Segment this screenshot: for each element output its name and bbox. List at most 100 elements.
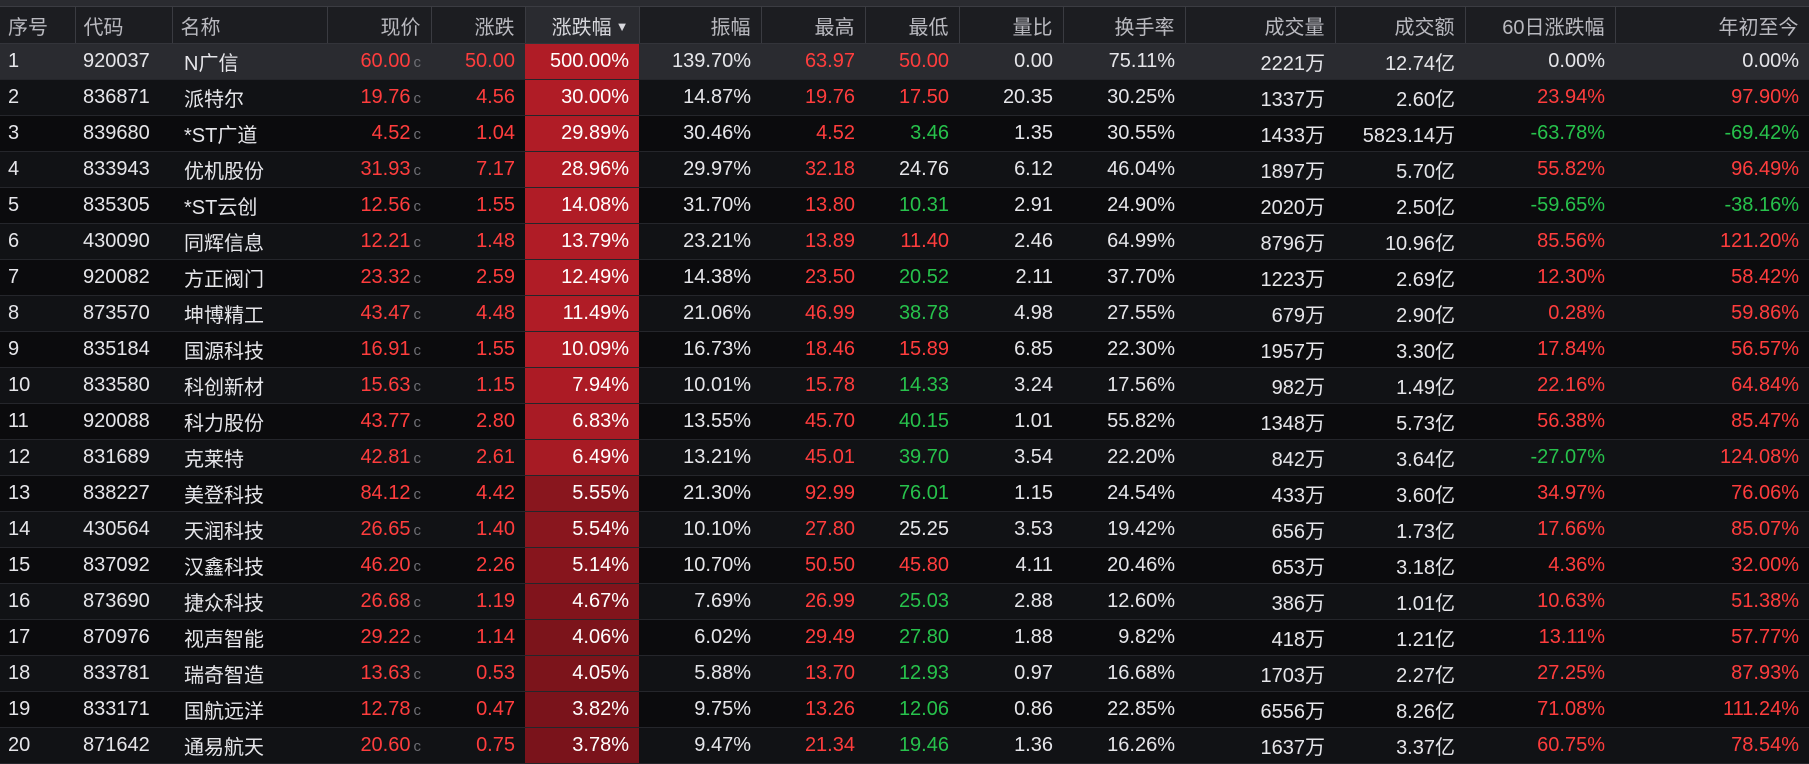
cell-amplitude: 5.88% (639, 655, 761, 692)
cell-high-value: 26.99 (804, 590, 855, 612)
cell-seq-value: 19 (8, 698, 31, 720)
cell-high: 23.50 (761, 259, 865, 296)
table-row[interactable]: 3 839680 *ST广道 4.52 c 1.04 29.89% 30.46% 4.52 3.4… (0, 115, 1809, 152)
cell-name: 天润科技 (172, 511, 327, 548)
cell-amplitude-value: 7.69% (694, 590, 751, 612)
cell-change_pct-value: 28.96% (561, 158, 629, 180)
cell-amount: 3.60亿 (1335, 475, 1465, 512)
cell-turnover: 24.54% (1063, 475, 1185, 512)
cell-seq: 10 (0, 367, 75, 404)
cell-amount-value: 1.49亿 (1396, 377, 1455, 399)
cell-seq-value: 9 (8, 338, 20, 360)
cell-amplitude: 14.87% (639, 79, 761, 116)
column-header-vol_ratio[interactable]: 量比 (959, 7, 1064, 44)
table-row[interactable]: 6 430090 同辉信息 12.21 c 1.48 13.79% 23.21% 13.89 11… (0, 223, 1809, 260)
cell-volume-value: 1897万 (1260, 161, 1326, 183)
cell-ytd: 85.47% (1615, 403, 1809, 440)
table-row[interactable]: 17 870976 视声智能 29.22 c 1.14 4.06% 6.02% 29.49 27.… (0, 619, 1809, 656)
table-row[interactable]: 9 835184 国源科技 16.91 c 1.55 10.09% 16.73% 18.46 15… (0, 331, 1809, 368)
table-row[interactable]: 10 833580 科创新材 15.63 c 1.15 7.94% 10.01% 15.78 14… (0, 367, 1809, 404)
cell-code-value: 870976 (83, 626, 150, 648)
cell-change_pct: 28.96% (525, 151, 639, 188)
column-header-amplitude[interactable]: 振幅 (639, 7, 762, 44)
table-row[interactable]: 13 838227 美登科技 84.12 c 4.42 5.55% 21.30% 92.99 76… (0, 475, 1809, 512)
column-header-change_pct[interactable]: 涨跌幅 ▼ (525, 7, 640, 44)
table-row[interactable]: 14 430564 天润科技 26.65 c 1.40 5.54% 10.10% 27.80 25… (0, 511, 1809, 548)
column-header-chg60[interactable]: 60日涨跌幅 (1465, 7, 1616, 44)
cell-price: 26.68 c (327, 583, 431, 620)
cell-code-value: 839680 (83, 122, 150, 144)
cell-amplitude: 6.02% (639, 619, 761, 656)
cell-vol_ratio: 3.24 (959, 367, 1063, 404)
table-row[interactable]: 12 831689 克莱特 42.81 c 2.61 6.49% 13.21% 45.01 39.… (0, 439, 1809, 476)
table-row[interactable]: 4 833943 优机股份 31.93 c 7.17 28.96% 29.97% 32.18 24… (0, 151, 1809, 188)
credit-marker: c (413, 90, 422, 107)
cell-chg60: 34.97% (1465, 475, 1615, 512)
cell-price-value: 19.76 (360, 86, 411, 108)
column-header-seq[interactable]: 序号 (0, 7, 76, 44)
cell-low: 11.40 (865, 223, 959, 260)
cell-seq: 13 (0, 475, 75, 512)
table-row[interactable]: 2 836871 派特尔 19.76 c 4.56 30.00% 14.87% 19.76 17.… (0, 79, 1809, 116)
cell-chg60-value: 0.00% (1548, 50, 1605, 72)
column-header-volume[interactable]: 成交量 (1185, 7, 1336, 44)
cell-volume-value: 1337万 (1260, 89, 1326, 111)
credit-marker: c (413, 342, 422, 359)
cell-amount: 3.18亿 (1335, 547, 1465, 584)
cell-amplitude-value: 14.87% (683, 86, 751, 108)
cell-high: 45.01 (761, 439, 865, 476)
cell-change-value: 1.55 (476, 194, 515, 216)
cell-high-value: 13.80 (804, 194, 855, 216)
column-header-code[interactable]: 代码 (75, 7, 173, 44)
table-row[interactable]: 18 833781 瑞奇智造 13.63 c 0.53 4.05% 5.88% 13.70 12.… (0, 655, 1809, 692)
column-header-change[interactable]: 涨跌 (431, 7, 526, 44)
cell-volume: 1703万 (1185, 655, 1335, 692)
cell-amplitude: 13.21% (639, 439, 761, 476)
cell-name: 捷众科技 (172, 583, 327, 620)
table-row[interactable]: 20 871642 通易航天 20.60 c 0.75 3.78% 9.47% 21.34 19.… (0, 727, 1809, 764)
table-row[interactable]: 11 920088 科力股份 43.77 c 2.80 6.83% 13.55% 45.70 40… (0, 403, 1809, 440)
cell-turnover-value: 22.20% (1107, 446, 1175, 468)
cell-change-value: 50.00 (464, 50, 515, 72)
cell-turnover: 12.60% (1063, 583, 1185, 620)
table-row[interactable]: 8 873570 坤博精工 43.47 c 4.48 11.49% 21.06% 46.99 38… (0, 295, 1809, 332)
cell-low: 12.93 (865, 655, 959, 692)
cell-amount-value: 2.50亿 (1396, 197, 1455, 219)
table-row[interactable]: 15 837092 汉鑫科技 46.20 c 2.26 5.14% 10.70% 50.50 45… (0, 547, 1809, 584)
cell-volume: 2221万 (1185, 43, 1335, 80)
table-row[interactable]: 16 873690 捷众科技 26.68 c 1.19 4.67% 7.69% 26.99 25.… (0, 583, 1809, 620)
column-header-label: 涨跌 (474, 16, 515, 39)
table-row[interactable]: 19 833171 国航远洋 12.78 c 0.47 3.82% 9.75% 13.26 12.… (0, 691, 1809, 728)
cell-chg60: -59.65% (1465, 187, 1615, 224)
cell-seq-value: 14 (8, 518, 31, 540)
cell-amplitude: 10.70% (639, 547, 761, 584)
column-header-amount[interactable]: 成交额 (1335, 7, 1466, 44)
cell-change_pct: 30.00% (525, 79, 639, 116)
cell-volume-value: 1223万 (1260, 269, 1326, 291)
cell-low-value: 12.93 (898, 662, 949, 684)
column-header-turnover[interactable]: 换手率 (1063, 7, 1186, 44)
cell-vol_ratio-value: 1.88 (1014, 626, 1053, 648)
cell-amount: 8.26亿 (1335, 691, 1465, 728)
column-header-price[interactable]: 现价 (327, 7, 432, 44)
column-header-ytd[interactable]: 年初至今 (1615, 7, 1809, 44)
cell-chg60: 22.16% (1465, 367, 1615, 404)
column-header-name[interactable]: 名称 (172, 7, 328, 44)
cell-high-value: 18.46 (804, 338, 855, 360)
cell-price: 46.20 c (327, 547, 431, 584)
table-row[interactable]: 1 920037 N广信 60.00 c 50.00 500.00% 139.70% 63.97… (0, 43, 1809, 80)
cell-turnover-value: 12.60% (1107, 590, 1175, 612)
credit-marker: c (413, 486, 422, 503)
table-row[interactable]: 7 920082 方正阀门 23.32 c 2.59 12.49% 14.38% 23.50 20… (0, 259, 1809, 296)
cell-seq: 9 (0, 331, 75, 368)
cell-change_pct: 500.00% (525, 43, 639, 80)
cell-vol_ratio: 2.46 (959, 223, 1063, 260)
cell-name-value: 同辉信息 (184, 233, 264, 255)
column-header-high[interactable]: 最高 (761, 7, 866, 44)
cell-high: 27.80 (761, 511, 865, 548)
cell-code: 833943 (75, 151, 172, 188)
cell-ytd: 85.07% (1615, 511, 1809, 548)
column-header-label: 振幅 (710, 16, 751, 39)
table-row[interactable]: 5 835305 *ST云创 12.56 c 1.55 14.08% 31.70% 13.80 1… (0, 187, 1809, 224)
column-header-low[interactable]: 最低 (865, 7, 960, 44)
